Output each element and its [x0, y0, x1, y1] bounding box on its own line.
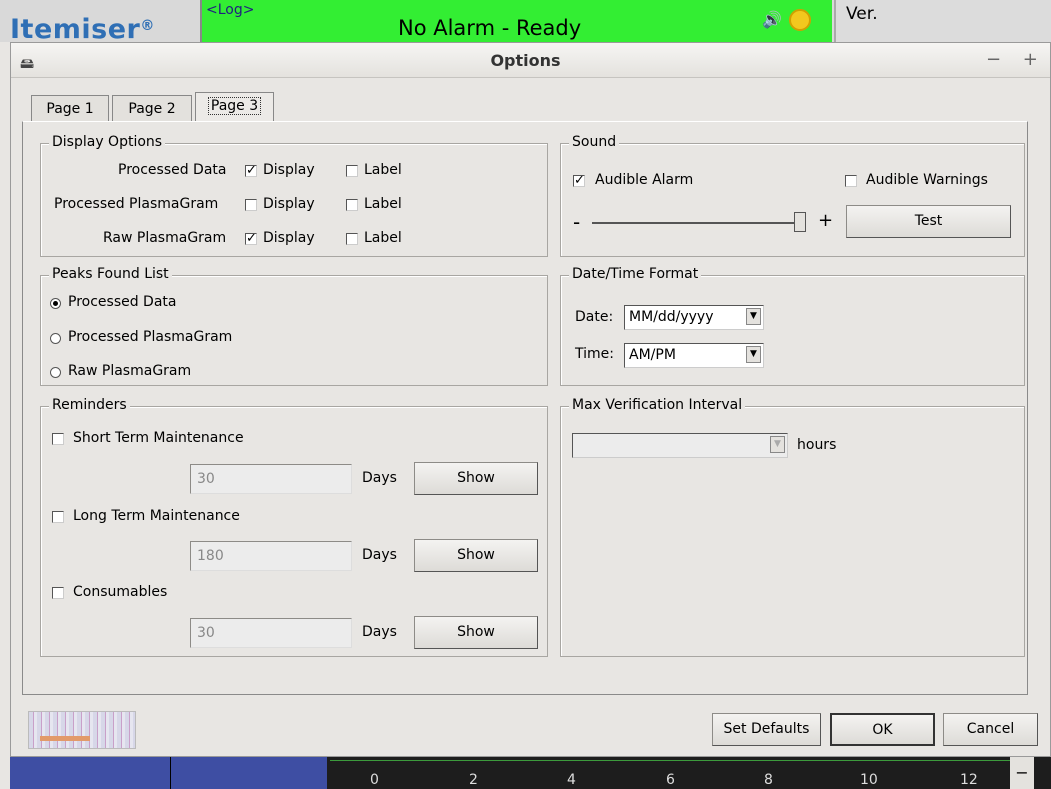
sound-group: Sound: [560, 134, 1025, 257]
peaks-radio-processed-data[interactable]: [50, 298, 61, 309]
volume-slider-thumb[interactable]: [793, 212, 806, 232]
peaks-radio-raw-plasmagram[interactable]: [50, 367, 61, 378]
alarm-status-text: No Alarm - Ready: [398, 16, 582, 40]
version-label: Ver.: [846, 4, 878, 24]
axis-tick-label: 6: [666, 772, 675, 788]
volume-minus-label: -: [573, 210, 581, 234]
reminder-label: Long Term Maintenance: [73, 508, 240, 524]
display-row-label: Processed PlasmaGram: [54, 196, 219, 212]
volume-plus-label: +: [818, 210, 834, 231]
cancel-button[interactable]: Cancel: [943, 713, 1038, 746]
display-row-label: Raw PlasmaGram: [103, 230, 227, 246]
short-term-days-input[interactable]: 30: [190, 464, 352, 494]
days-unit-label: Days: [362, 624, 397, 640]
clock-icon: [789, 9, 811, 31]
test-sound-button[interactable]: Test: [846, 205, 1011, 238]
keyboard-spacebar: [40, 736, 90, 741]
datetime-format-group: Date/Time Format: [560, 266, 1025, 386]
zoom-out-button[interactable]: −: [1010, 757, 1034, 789]
label-checkbox[interactable]: [346, 165, 358, 177]
audible-alarm-label: Audible Alarm: [595, 172, 694, 188]
display-options-title: Display Options: [49, 134, 166, 150]
long-term-show-button[interactable]: Show: [414, 539, 538, 572]
label-checkbox-label: Label: [364, 196, 402, 212]
days-unit-label: Days: [362, 470, 397, 486]
tab-page-3[interactable]: Page 3: [195, 92, 274, 122]
axis-tick-label: 4: [567, 772, 576, 788]
short-term-show-button[interactable]: Show: [414, 462, 538, 495]
app-logo: Itemiser®: [10, 14, 155, 45]
label-checkbox-label: Label: [364, 162, 402, 178]
display-checkbox-label: Display: [263, 230, 315, 246]
max-verification-title: Max Verification Interval: [569, 397, 746, 413]
display-row-label: Processed Data: [118, 162, 227, 178]
display-checkbox[interactable]: [245, 199, 257, 211]
date-format-select[interactable]: MM/dd/yyyy ▼: [624, 305, 764, 330]
time-format-value: AM/PM: [629, 347, 676, 363]
axis-tick-label: 2: [469, 772, 478, 788]
speaker-icon[interactable]: 🔊: [762, 10, 782, 29]
label-checkbox-label: Label: [364, 230, 402, 246]
label-checkbox[interactable]: [346, 199, 358, 211]
reminders-title: Reminders: [49, 397, 130, 413]
label-checkbox[interactable]: [346, 233, 358, 245]
tab-page-2[interactable]: Page 2: [112, 95, 192, 122]
audible-warnings-checkbox[interactable]: [845, 175, 857, 187]
consumables-days-input[interactable]: 30: [190, 618, 352, 648]
peaks-found-title: Peaks Found List: [49, 266, 172, 282]
consumables-show-button[interactable]: Show: [414, 616, 538, 649]
bottom-panel-left: [10, 757, 171, 789]
hours-unit-label: hours: [797, 437, 837, 453]
keyboard-icon[interactable]: [28, 711, 136, 749]
axis-tick-label: 0: [370, 772, 379, 788]
display-checkbox-label: Display: [263, 196, 315, 212]
sound-title: Sound: [569, 134, 620, 150]
plot-trace: [330, 760, 1010, 761]
chevron-down-icon: ▼: [746, 308, 761, 325]
long-term-maintenance-checkbox[interactable]: [52, 511, 64, 523]
bottom-panel-mid: [171, 757, 327, 789]
long-term-days-input[interactable]: 180: [190, 541, 352, 571]
axis-tick-label: 12: [960, 772, 978, 788]
log-link[interactable]: <Log>: [206, 2, 254, 18]
volume-slider-track[interactable]: [592, 222, 806, 224]
audible-alarm-checkbox[interactable]: ✓: [573, 174, 585, 187]
time-label: Time:: [575, 346, 614, 362]
date-format-value: MM/dd/yyyy: [629, 309, 714, 325]
days-unit-label: Days: [362, 547, 397, 563]
verification-interval-select[interactable]: ▼: [572, 433, 788, 458]
peaks-option-label: Raw PlasmaGram: [68, 363, 192, 379]
audible-warnings-label: Audible Warnings: [866, 172, 988, 188]
axis-tick-label: 10: [860, 772, 878, 788]
reminder-label: Short Term Maintenance: [73, 430, 244, 446]
axis-tick-label: 8: [764, 772, 773, 788]
display-checkbox[interactable]: ✓: [245, 164, 257, 177]
peaks-option-label: Processed PlasmaGram: [68, 329, 233, 345]
reminder-label: Consumables: [73, 584, 168, 600]
display-checkbox[interactable]: ✓: [245, 232, 257, 245]
chevron-down-icon: ▼: [770, 436, 785, 453]
time-format-select[interactable]: AM/PM ▼: [624, 343, 764, 368]
short-term-maintenance-checkbox[interactable]: [52, 433, 64, 445]
window-controls[interactable]: − + ×: [986, 49, 1051, 70]
datetime-format-title: Date/Time Format: [569, 266, 702, 282]
date-label: Date:: [575, 309, 614, 325]
peaks-radio-processed-plasmagram[interactable]: [50, 333, 61, 344]
peaks-option-label: Processed Data: [68, 294, 177, 310]
consumables-checkbox[interactable]: [52, 587, 64, 599]
tab-page-1[interactable]: Page 1: [31, 95, 109, 122]
chevron-down-icon: ▼: [746, 346, 761, 363]
dialog-title: Options: [490, 51, 561, 70]
ok-button[interactable]: OK: [830, 713, 935, 746]
set-defaults-button[interactable]: Set Defaults: [712, 713, 821, 746]
display-checkbox-label: Display: [263, 162, 315, 178]
